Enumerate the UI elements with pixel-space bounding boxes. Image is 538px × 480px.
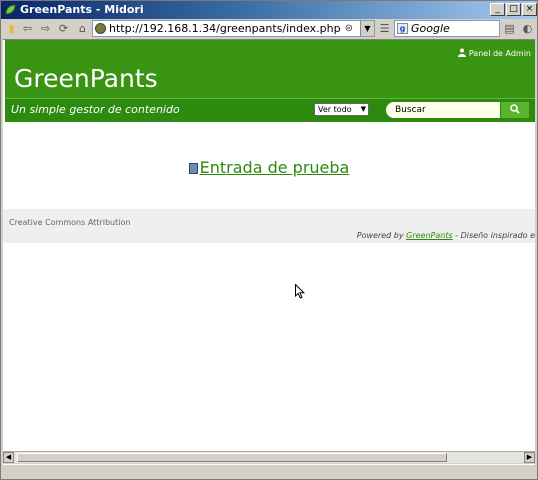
favicon-icon: [95, 23, 106, 34]
view-filter-value: Ver todo: [318, 105, 352, 114]
browser-window: GreenPants - Midori _ □ × ▮ ⇦ ⇨ ⟳ ⌂ http…: [0, 0, 538, 480]
site-search-input[interactable]: Buscar: [386, 102, 500, 118]
browser-toolbar: ▮ ⇦ ⇨ ⟳ ⌂ http://192.168.1.34/greenpants…: [1, 19, 537, 39]
minimize-button[interactable]: _: [490, 3, 505, 16]
menu-icon[interactable]: ◐: [520, 22, 535, 36]
maximize-button[interactable]: □: [506, 3, 521, 16]
user-icon: [457, 48, 466, 57]
bookmarks-icon[interactable]: ☰: [377, 22, 392, 36]
feed-icon[interactable]: ⊜: [345, 23, 353, 34]
powered-by-text: Powered by GreenPants - Diseño inspirado…: [357, 231, 535, 240]
window-title: GreenPants - Midori: [20, 3, 144, 16]
web-search-field[interactable]: g Google: [394, 20, 500, 37]
view-filter-select[interactable]: Ver todo ▼: [314, 103, 369, 116]
site-footer: Creative Commons Attribution Powered by …: [3, 209, 535, 243]
site-subbar: Un simple gestor de contenido Ver todo ▼…: [5, 98, 535, 122]
address-bar[interactable]: http://192.168.1.34/greenpants/index.php…: [92, 20, 375, 37]
google-icon: g: [397, 23, 408, 34]
post-title-link[interactable]: Entrada de prueba: [200, 158, 350, 177]
site-tagline: Un simple gestor de contenido: [11, 103, 180, 116]
admin-panel-label: Panel de Admin: [468, 49, 531, 58]
chevron-down-icon: ▼: [360, 105, 366, 113]
post-list: Entrada de prueba: [3, 158, 535, 177]
site-search-button[interactable]: [501, 102, 529, 118]
powered-prefix: Powered by: [356, 231, 407, 240]
license-text: Creative Commons Attribution: [9, 218, 131, 227]
status-bar: [3, 464, 535, 478]
scrollbar-thumb[interactable]: [17, 453, 447, 462]
document-icon: [188, 163, 198, 174]
forward-arrow-icon[interactable]: ⇨: [38, 22, 53, 36]
search-engine-label: Google: [411, 22, 450, 35]
page-viewport: Panel de Admin GreenPants Un simple gest…: [3, 39, 535, 451]
title-bar[interactable]: GreenPants - Midori _ □ ×: [1, 1, 537, 19]
site-title[interactable]: GreenPants: [14, 64, 158, 93]
greenpants-link[interactable]: GreenPants: [406, 231, 453, 240]
new-tab-icon[interactable]: ▮: [4, 22, 19, 36]
scroll-right-icon[interactable]: ▶: [524, 452, 535, 463]
trash-icon[interactable]: ▤: [502, 22, 517, 36]
reload-icon[interactable]: ⟳: [56, 22, 71, 36]
scroll-left-icon[interactable]: ◀: [3, 452, 14, 463]
mouse-cursor-icon: [295, 284, 305, 299]
site-header: Panel de Admin GreenPants Un simple gest…: [5, 40, 535, 122]
midori-app-icon: [5, 4, 16, 15]
close-button[interactable]: ×: [522, 3, 537, 16]
home-icon[interactable]: ⌂: [75, 22, 90, 36]
search-icon: [510, 104, 520, 114]
url-dropdown-icon[interactable]: ▼: [360, 21, 374, 36]
admin-panel-link[interactable]: Panel de Admin: [457, 48, 531, 58]
back-arrow-icon[interactable]: ⇦: [20, 22, 35, 36]
powered-suffix: - Diseño inspirado e: [452, 231, 535, 240]
horizontal-scrollbar[interactable]: ◀ ▶: [3, 451, 535, 463]
url-text: http://192.168.1.34/greenpants/index.php: [109, 22, 341, 35]
